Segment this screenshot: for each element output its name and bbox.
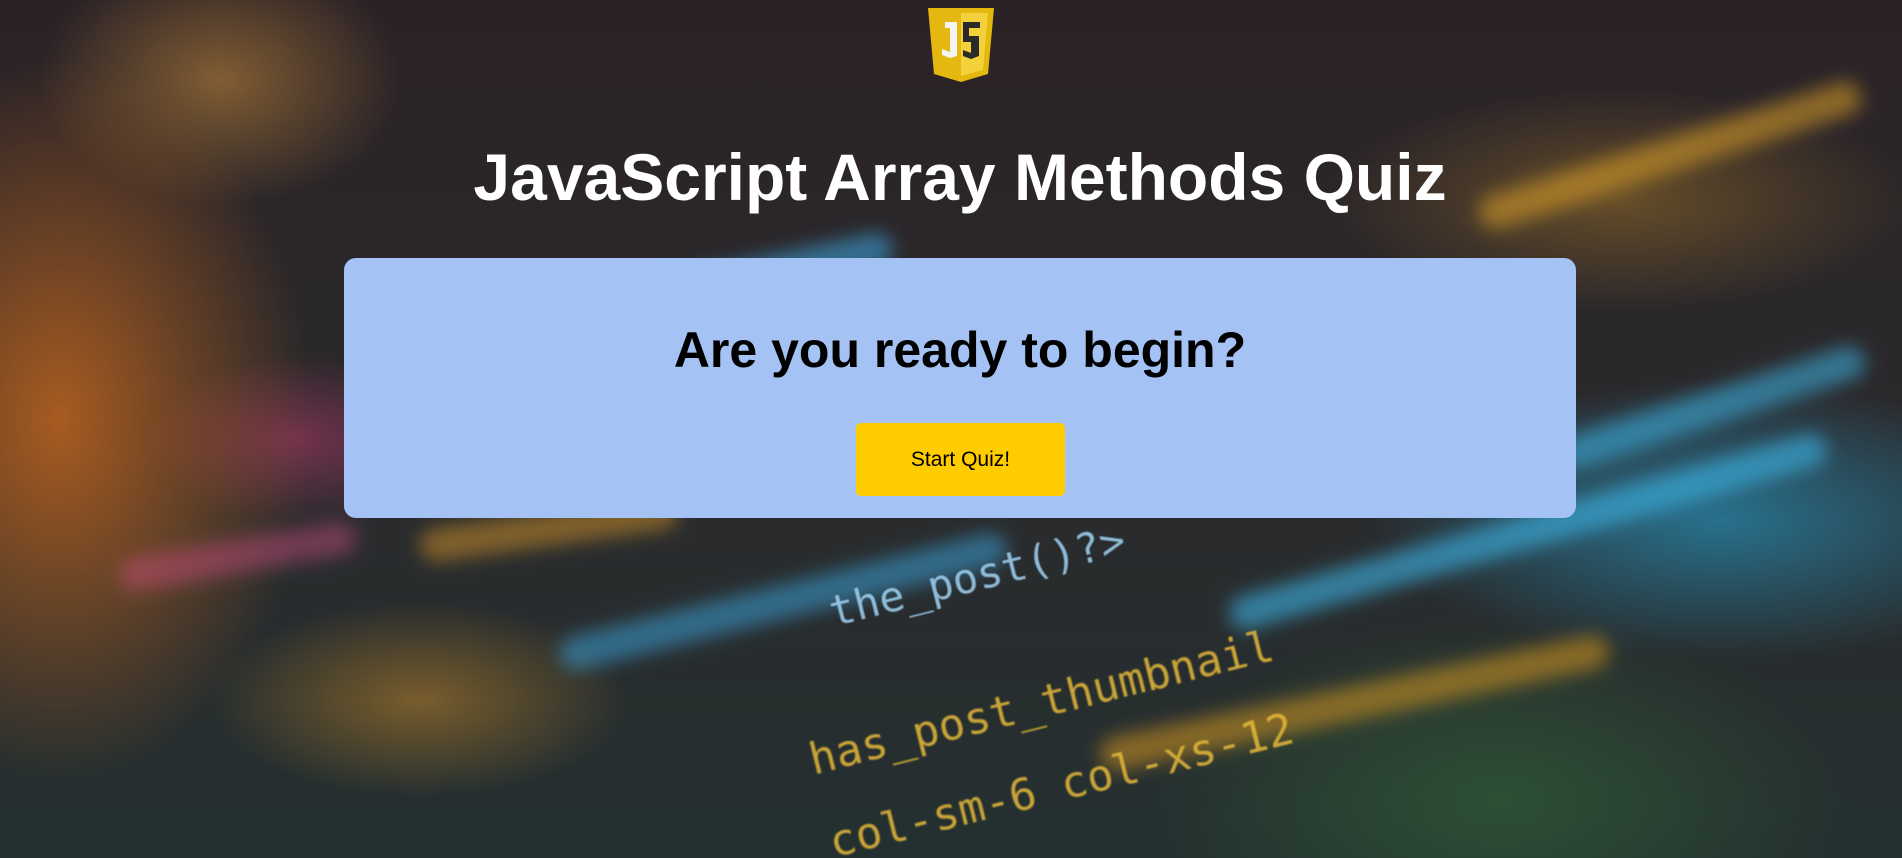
- quiz-page: the_post()?> has_post_thumbnail col-sm-6…: [0, 0, 1902, 858]
- blur-streak: [117, 518, 360, 594]
- javascript-logo-icon: [928, 8, 994, 82]
- start-prompt-heading: Are you ready to begin?: [673, 322, 1247, 378]
- start-quiz-button[interactable]: Start Quiz!: [856, 423, 1065, 496]
- start-card: Are you ready to begin? Start Quiz!: [344, 258, 1576, 518]
- page-title: JavaScript Array Methods Quiz: [473, 140, 1447, 214]
